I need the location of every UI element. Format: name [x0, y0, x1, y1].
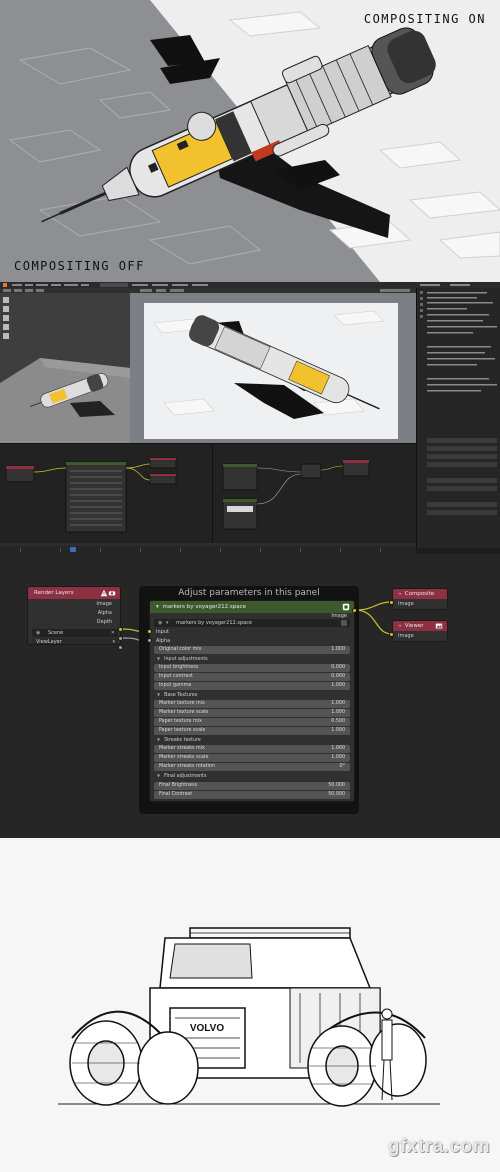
output-image-label: Image	[96, 601, 112, 607]
chevron-down-icon: ▾	[399, 591, 402, 596]
section-header[interactable]: ▼ Input adjustments	[154, 655, 350, 663]
compositing-comparison: COMPOSITING ON COMPOSITING OFF	[0, 0, 500, 282]
view-layer-field[interactable]: ViewLayer ▾	[32, 638, 118, 645]
chevron-down-icon: ▼	[157, 773, 161, 778]
viewer-node[interactable]: ▾ Viewer Image	[392, 620, 448, 642]
spaceship-render	[0, 0, 500, 282]
frame-title: Adjust parameters in this panel	[178, 588, 320, 598]
composite-title: Composite	[404, 591, 435, 597]
render-preview	[130, 293, 416, 443]
render-layers-node[interactable]: Render Layers Image Alpha Depth ◉ Scene …	[27, 586, 121, 645]
camera-icon	[108, 591, 116, 596]
param-row[interactable]: Final Contrast 50.000	[154, 791, 350, 799]
chevron-down-icon: ▾	[112, 639, 115, 645]
param-row[interactable]: Marker streaks scale 1.000	[154, 754, 350, 762]
warning-icon	[100, 589, 108, 597]
viewer-title: Viewer	[404, 623, 424, 629]
render-layers-title: Render Layers	[34, 590, 74, 596]
viewer-input-socket[interactable]	[389, 632, 394, 637]
render-layers-header[interactable]: Render Layers	[28, 587, 120, 599]
node-editor-mini-right[interactable]	[212, 443, 416, 543]
close-icon[interactable]: ✕	[111, 629, 115, 637]
render-alpha-socket[interactable]	[118, 636, 123, 641]
param-row[interactable]: Marker texture scale 1.000	[154, 709, 350, 717]
param-row[interactable]: Input gamma 1.000	[154, 682, 350, 690]
markers-group-title: markers by voyager212.space	[162, 604, 247, 610]
param-row[interactable]: Input contrast 0.000	[154, 673, 350, 681]
render-image-socket[interactable]	[118, 627, 123, 632]
fake-user-icon[interactable]	[341, 620, 347, 626]
markers-group-header[interactable]: ▾ markers by voyager212.space	[150, 601, 354, 613]
output-depth-label: Depth	[96, 619, 112, 625]
scene-field[interactable]: ◉ Scene ✕	[32, 629, 118, 637]
chevron-down-icon: ▼	[157, 737, 161, 742]
viewer-header[interactable]: ▾ Viewer	[393, 621, 447, 631]
param-row[interactable]: Marker streaks rotation 0°	[154, 763, 350, 771]
chevron-down-icon: ▾	[399, 623, 402, 628]
group-output-socket[interactable]	[352, 608, 357, 613]
composite-input-label: Image	[398, 601, 414, 607]
output-alpha-label: Alpha	[97, 610, 112, 616]
chevron-down-icon: ▼	[157, 692, 161, 697]
node-editor-mini-left[interactable]	[0, 443, 212, 543]
param-row[interactable]: Final Brightness 50.000	[154, 782, 350, 790]
node-group-selector[interactable]: ◉ ▾ markers by voyager212.space	[154, 619, 350, 627]
chevron-down-icon: ▼	[157, 656, 161, 661]
param-row[interactable]: Marker texture mix 1.000	[154, 700, 350, 708]
watermark: gfxtra.com	[387, 1136, 490, 1157]
group-input-socket[interactable]	[147, 629, 152, 634]
grille-text: VOLVO	[190, 1023, 224, 1034]
viewer-input-label: Image	[398, 633, 414, 639]
image-icon	[435, 623, 443, 629]
param-row[interactable]: Marker streaks mix 1.000	[154, 745, 350, 753]
section-header[interactable]: ▼ Streaks texture	[154, 736, 350, 744]
lineart-render: VOLVO	[0, 838, 500, 1172]
param-row[interactable]: Original color mix 1.000	[154, 646, 350, 654]
section-header[interactable]: ▼ Final adjustments	[154, 772, 350, 780]
group-input-label: Input	[156, 629, 169, 635]
3d-viewport[interactable]	[0, 293, 130, 443]
truck-lineart: VOLVO	[58, 927, 440, 1107]
param-row[interactable]: Paper texture mix 0.500	[154, 718, 350, 726]
section-header[interactable]: ▼ Base Textures	[154, 691, 350, 699]
group-alpha-socket[interactable]	[147, 638, 152, 643]
render-depth-socket[interactable]	[118, 645, 123, 650]
group-alpha-label: Alpha	[156, 638, 171, 644]
param-row[interactable]: Paper texture scale 1.000	[154, 727, 350, 735]
compositing-off-label: COMPOSITING OFF	[14, 259, 145, 273]
composite-input-socket[interactable]	[389, 600, 394, 605]
properties-sidebar[interactable]	[416, 288, 500, 548]
blender-window	[0, 282, 500, 554]
compositing-on-label: COMPOSITING ON	[363, 12, 486, 26]
node-group-icon	[342, 603, 350, 611]
composite-header[interactable]: ▾ Composite	[393, 589, 447, 599]
chevron-down-icon[interactable]: ▾	[156, 604, 159, 610]
composite-node[interactable]: ▾ Composite Image	[392, 588, 448, 610]
timeline[interactable]	[0, 543, 416, 554]
param-row[interactable]: Input brightness 0.000	[154, 664, 350, 672]
